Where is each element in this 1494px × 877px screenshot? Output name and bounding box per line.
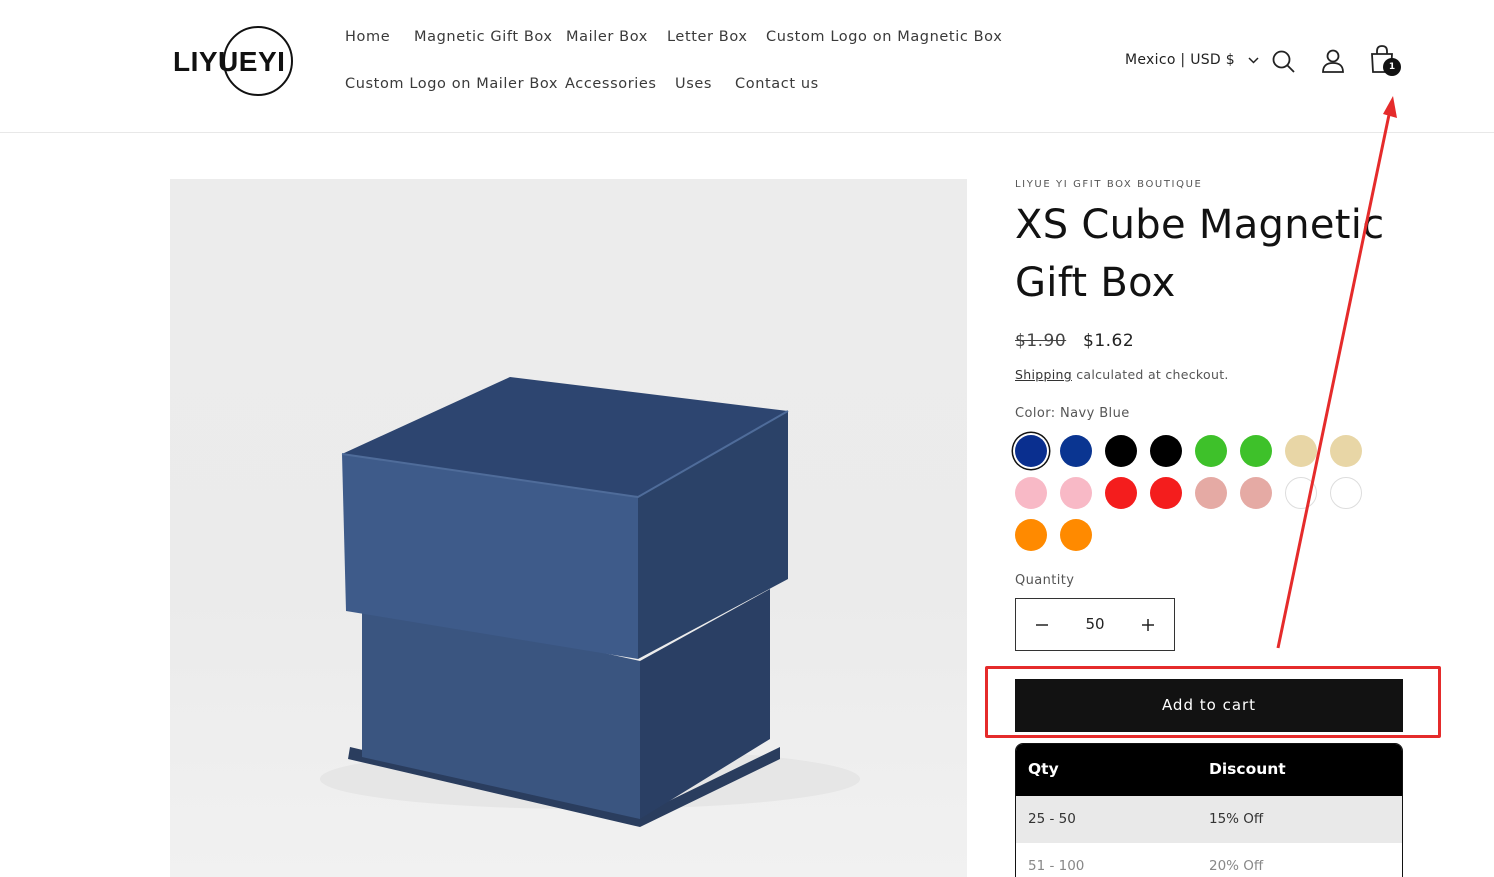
color-swatch[interactable] <box>1330 477 1362 509</box>
cart-count-badge: 1 <box>1383 58 1401 76</box>
quantity-label: Quantity <box>1015 573 1075 588</box>
color-swatch[interactable] <box>1285 435 1317 467</box>
color-swatch[interactable] <box>1060 435 1092 467</box>
header-qty: Qty <box>1028 760 1059 778</box>
color-label: Color: Navy Blue <box>1015 406 1130 421</box>
product-image[interactable] <box>170 179 967 877</box>
color-swatch[interactable] <box>1015 477 1047 509</box>
logo-text: LIYUEYI <box>173 46 286 77</box>
row-discount: 15% Off <box>1209 811 1264 827</box>
row-qty: 51 - 100 <box>1028 858 1085 874</box>
search-icon[interactable] <box>1271 49 1297 75</box>
price-sale: $1.62 <box>1083 331 1135 351</box>
quantity-stepper: 50 <box>1015 598 1175 651</box>
color-swatch[interactable] <box>1015 435 1047 467</box>
color-swatch[interactable] <box>1195 477 1227 509</box>
discount-table: Qty Discount 25 - 50 15% Off 51 - 100 20… <box>1015 743 1403 877</box>
color-swatch[interactable] <box>1060 477 1092 509</box>
color-swatch[interactable] <box>1105 477 1137 509</box>
color-swatch[interactable] <box>1150 435 1182 467</box>
color-swatch[interactable] <box>1240 435 1272 467</box>
header-discount: Discount <box>1209 760 1286 778</box>
quantity-increase-button[interactable] <box>1122 599 1174 650</box>
row-qty: 25 - 50 <box>1028 811 1076 827</box>
nav-contact-us[interactable]: Contact us <box>735 76 819 92</box>
nav-home[interactable]: Home <box>345 29 390 45</box>
table-row: 51 - 100 20% Off <box>1016 843 1402 877</box>
shipping-note-text: calculated at checkout. <box>1071 367 1229 382</box>
color-swatch[interactable] <box>1195 435 1227 467</box>
table-row: 25 - 50 15% Off <box>1016 796 1402 843</box>
quantity-decrease-button[interactable] <box>1016 599 1068 650</box>
product-title: XS Cube Magnetic Gift Box <box>1015 202 1385 306</box>
discount-table-header: Qty Discount <box>1016 744 1402 796</box>
quantity-input[interactable]: 50 <box>1068 599 1122 650</box>
nav-accessories[interactable]: Accessories <box>565 76 657 92</box>
add-to-cart-highlight <box>985 666 1441 738</box>
color-swatch[interactable] <box>1285 477 1317 509</box>
color-swatch[interactable] <box>1105 435 1137 467</box>
navy-cube-box-image <box>320 377 860 827</box>
product-vendor: LIYUE YI GFIT BOX BOUTIQUE <box>1015 179 1203 190</box>
color-swatch[interactable] <box>1015 519 1047 551</box>
row-discount: 20% Off <box>1209 858 1264 874</box>
color-swatch[interactable] <box>1330 435 1362 467</box>
chevron-down-icon <box>1248 56 1259 64</box>
color-swatch[interactable] <box>1060 519 1092 551</box>
color-swatch[interactable] <box>1240 477 1272 509</box>
nav-magnetic-gift-box[interactable]: Magnetic Gift Box <box>414 29 553 45</box>
account-icon[interactable] <box>1321 48 1345 74</box>
locale-label: Mexico | USD $ <box>1125 52 1235 68</box>
nav-letter-box[interactable]: Letter Box <box>667 29 748 45</box>
locale-selector[interactable]: Mexico | USD $ <box>1125 52 1259 68</box>
shipping-note: Shipping calculated at checkout. <box>1015 367 1229 382</box>
nav-custom-logo-mailer-box[interactable]: Custom Logo on Mailer Box <box>345 76 558 92</box>
site-logo[interactable]: LIYUEYI <box>170 24 296 100</box>
price-original: $1.90 <box>1015 331 1067 351</box>
site-header: LIYUEYI Home Magnetic Gift Box Mailer Bo… <box>0 0 1494 133</box>
nav-uses[interactable]: Uses <box>675 76 712 92</box>
nav-mailer-box[interactable]: Mailer Box <box>566 29 648 45</box>
shipping-link[interactable]: Shipping <box>1015 367 1072 382</box>
nav-custom-logo-magnetic-box[interactable]: Custom Logo on Magnetic Box <box>766 29 1002 45</box>
color-swatch[interactable] <box>1150 477 1182 509</box>
